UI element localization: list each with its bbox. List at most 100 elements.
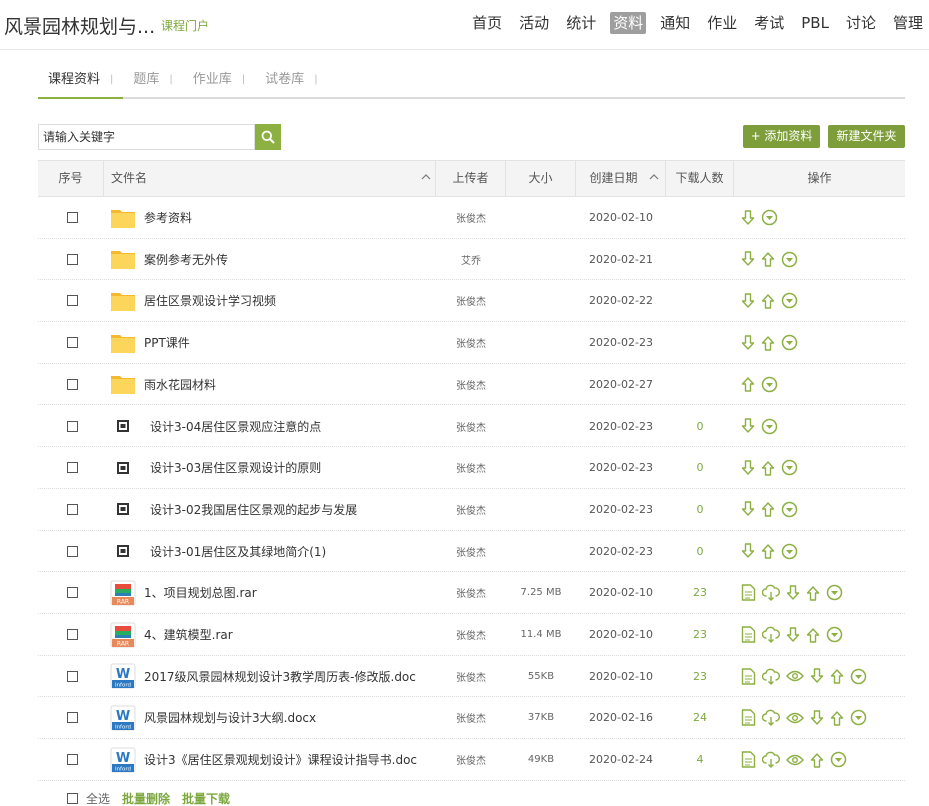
download-icon[interactable] [741,334,755,351]
more-dropdown-icon[interactable] [826,584,843,601]
upload-icon[interactable] [761,293,775,309]
more-dropdown-icon[interactable] [781,292,798,309]
file-name-cell[interactable]: 居住区景观设计学习视频 [110,280,430,321]
row-checkbox[interactable] [67,545,78,557]
row-checkbox[interactable] [67,212,78,223]
more-dropdown-icon[interactable] [850,668,867,685]
file-name-cell[interactable]: W Inford 设计3《居住区景观规划设计》课程设计指导书.doc [110,739,430,780]
cloud-download-icon[interactable] [762,668,780,685]
file-name[interactable]: 案例参考无外传 [144,251,228,268]
cloud-download-icon[interactable] [762,751,780,769]
batch-delete-button[interactable]: 批量删除 [122,790,170,806]
file-name-cell[interactable]: PPT课件 [110,322,430,363]
upload-icon[interactable] [761,251,775,267]
nav-item-5[interactable]: 作业 [704,12,740,34]
upload-icon[interactable] [761,460,775,476]
upload-icon[interactable] [761,543,775,559]
nav-item-6[interactable]: 考试 [751,12,787,34]
upload-icon[interactable] [810,752,824,768]
file-name-cell[interactable]: W Inford 2017级风景园林规划设计3教学周历表-修改版.doc [110,656,430,697]
file-name-cell[interactable]: W Inford 风景园林规划与设计3大纲.docx [110,697,430,738]
row-checkbox[interactable] [67,754,78,766]
file-name-cell[interactable]: 设计3-01居住区及其绿地简介(1) [110,531,430,572]
nav-item-4[interactable]: 通知 [657,12,693,34]
column-header-filename[interactable]: 文件名 [104,161,436,196]
cloud-download-icon[interactable] [762,584,780,602]
document-icon[interactable] [741,626,756,643]
file-name[interactable]: 2017级风景园林规划设计3教学周历表-修改版.doc [144,668,416,685]
row-checkbox[interactable] [67,378,78,390]
file-name[interactable]: 风景园林规划与设计3大纲.docx [144,709,316,726]
download-icon[interactable] [741,418,755,434]
search-input[interactable] [39,125,254,149]
select-all-checkbox[interactable] [67,793,78,804]
file-name-cell[interactable]: 雨水花园材料 [110,364,430,405]
more-dropdown-icon[interactable] [781,251,798,268]
new-folder-button[interactable]: 新建文件夹 [828,125,905,148]
more-dropdown-icon[interactable] [761,209,778,226]
file-name-cell[interactable]: RAR 4、建筑模型.rar [110,614,430,655]
file-name-cell[interactable]: 设计3-04居住区景观应注意的点 [110,406,430,447]
column-header-date[interactable]: 创建日期 [576,161,666,196]
upload-icon[interactable] [741,376,755,392]
file-name[interactable]: 4、建筑模型.rar [144,626,233,643]
row-checkbox[interactable] [67,587,78,599]
download-icon[interactable] [741,459,755,476]
nav-item-8[interactable]: 讨论 [843,12,879,34]
download-icon[interactable] [810,668,824,684]
add-resource-button[interactable]: + 添加资料 [743,125,820,148]
row-checkbox[interactable] [67,629,78,640]
upload-icon[interactable] [761,335,775,351]
file-name[interactable]: 设计3-02我国居住区景观的起步与发展 [150,501,357,518]
more-dropdown-icon[interactable] [830,751,847,768]
nav-item-9[interactable]: 管理 [890,12,926,34]
download-icon[interactable] [810,710,824,726]
file-name-cell[interactable]: RAR 1、项目规划总图.rar [110,572,430,613]
course-portal-link[interactable]: 课程门户 [161,17,209,34]
upload-icon[interactable] [830,668,844,684]
more-dropdown-icon[interactable] [781,501,798,518]
subtab-1[interactable]: 题库 | [123,71,182,97]
upload-icon[interactable] [806,627,820,643]
row-checkbox[interactable] [67,462,78,474]
file-name[interactable]: 设计3-03居住区景观设计的原则 [150,459,321,476]
file-name-cell[interactable]: 案例参考无外传 [110,239,430,280]
more-dropdown-icon[interactable] [761,376,778,393]
file-name[interactable]: 参考资料 [144,209,192,226]
cloud-download-icon[interactable] [762,709,780,727]
file-name[interactable]: 居住区景观设计学习视频 [144,292,276,309]
file-name-cell[interactable]: 设计3-02我国居住区景观的起步与发展 [110,489,430,530]
subtab-2[interactable]: 作业库 | [183,71,255,97]
more-dropdown-icon[interactable] [781,543,798,560]
download-icon[interactable] [741,293,755,309]
preview-eye-icon[interactable] [786,712,804,724]
preview-eye-icon[interactable] [786,754,804,766]
upload-icon[interactable] [761,501,775,518]
download-icon[interactable] [741,501,755,517]
search-button[interactable] [255,124,281,150]
file-name[interactable]: 设计3-04居住区景观应注意的点 [150,418,321,435]
file-name-cell[interactable]: 设计3-03居住区景观设计的原则 [110,447,430,488]
upload-icon[interactable] [830,710,844,726]
nav-item-7[interactable]: PBL [798,12,832,34]
sort-up-icon[interactable] [421,172,431,182]
row-checkbox[interactable] [67,420,78,432]
subtab-3[interactable]: 试卷库 | [255,71,327,97]
file-name-cell[interactable]: 参考资料 [110,197,430,238]
nav-item-1[interactable]: 活动 [516,12,552,34]
more-dropdown-icon[interactable] [761,418,778,435]
cloud-download-icon[interactable] [762,626,780,643]
more-dropdown-icon[interactable] [850,709,867,726]
subtab-0[interactable]: 课程资料 | [38,71,124,99]
row-checkbox[interactable] [67,503,78,515]
row-checkbox[interactable] [67,712,78,724]
nav-item-2[interactable]: 统计 [563,12,599,34]
row-checkbox[interactable] [67,253,78,265]
more-dropdown-icon[interactable] [781,459,798,476]
download-icon[interactable] [786,626,800,643]
row-checkbox[interactable] [67,337,78,349]
document-icon[interactable] [741,709,756,727]
upload-icon[interactable] [806,585,820,601]
preview-eye-icon[interactable] [786,670,804,682]
download-icon[interactable] [741,543,755,559]
